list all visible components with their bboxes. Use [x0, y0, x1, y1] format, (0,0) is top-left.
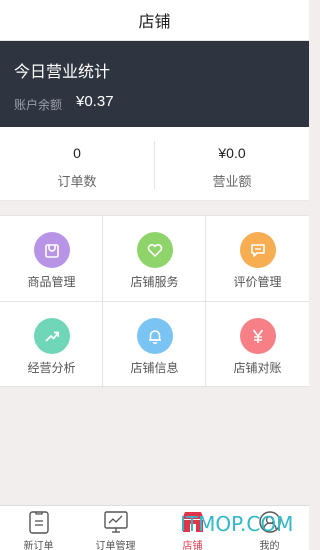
grid-item-label: 店铺服务 [130, 275, 179, 289]
stats-banner: 今日营业统计 [0, 41, 309, 127]
grid-item-label: 商品管理 [27, 275, 76, 289]
monitor-icon [103, 510, 129, 539]
grid-item-label: 店铺信息 [130, 361, 179, 375]
feature-grid: 商品管理 店铺服务 评价管理 经营分析 店铺信息 店铺对账 [0, 215, 309, 388]
grid-item-label: 经营分析 [27, 361, 76, 375]
grid-item-shop-info[interactable]: 店铺信息 [103, 302, 206, 388]
balance-value: ¥0.37 [76, 93, 114, 110]
banner-title: 今日营业统计 [14, 64, 111, 81]
header-bar: 店铺 [0, 0, 309, 41]
grid-item-shop-reconciliation[interactable]: 店铺对账 [206, 302, 309, 388]
grid-item-label: 评价管理 [233, 275, 282, 289]
tab-label: 新订单 [23, 541, 54, 550]
tab-label: 订单管理 [95, 541, 136, 550]
grid-item-label: 店铺对账 [233, 361, 282, 375]
revenue-stat[interactable]: ¥0.0 营业额 [155, 127, 309, 201]
grid-item-review-management[interactable]: 评价管理 [206, 216, 309, 302]
order-count-label: 订单数 [57, 174, 97, 189]
yen-icon [239, 318, 276, 354]
grid-item-business-analysis[interactable]: 经营分析 [0, 302, 103, 388]
comment-icon [239, 232, 276, 268]
bell-icon [136, 318, 173, 354]
page-title: 店铺 [138, 14, 171, 31]
heart-icon [136, 232, 173, 268]
bag-icon [33, 232, 70, 268]
trend-icon [33, 318, 70, 354]
tab-new-orders[interactable]: 新订单 [0, 506, 77, 550]
order-count-value: 0 [73, 145, 81, 161]
grid-item-shop-service[interactable]: 店铺服务 [103, 216, 206, 302]
watermark-logo: ITMOP.COM [180, 512, 294, 536]
order-count-stat[interactable]: 0 订单数 [0, 127, 154, 201]
tab-order-management[interactable]: 订单管理 [77, 506, 154, 550]
grid-item-product-management[interactable]: 商品管理 [0, 216, 103, 302]
tab-label: 我的 [259, 541, 280, 550]
order-doc-icon [28, 510, 50, 539]
revenue-value: ¥0.0 [218, 145, 246, 161]
summary-panel: 0 订单数 ¥0.0 营业额 [0, 127, 309, 201]
tab-label: 店铺 [182, 541, 203, 550]
revenue-label: 营业额 [212, 174, 252, 189]
balance-label: 账户余额 [14, 98, 63, 112]
